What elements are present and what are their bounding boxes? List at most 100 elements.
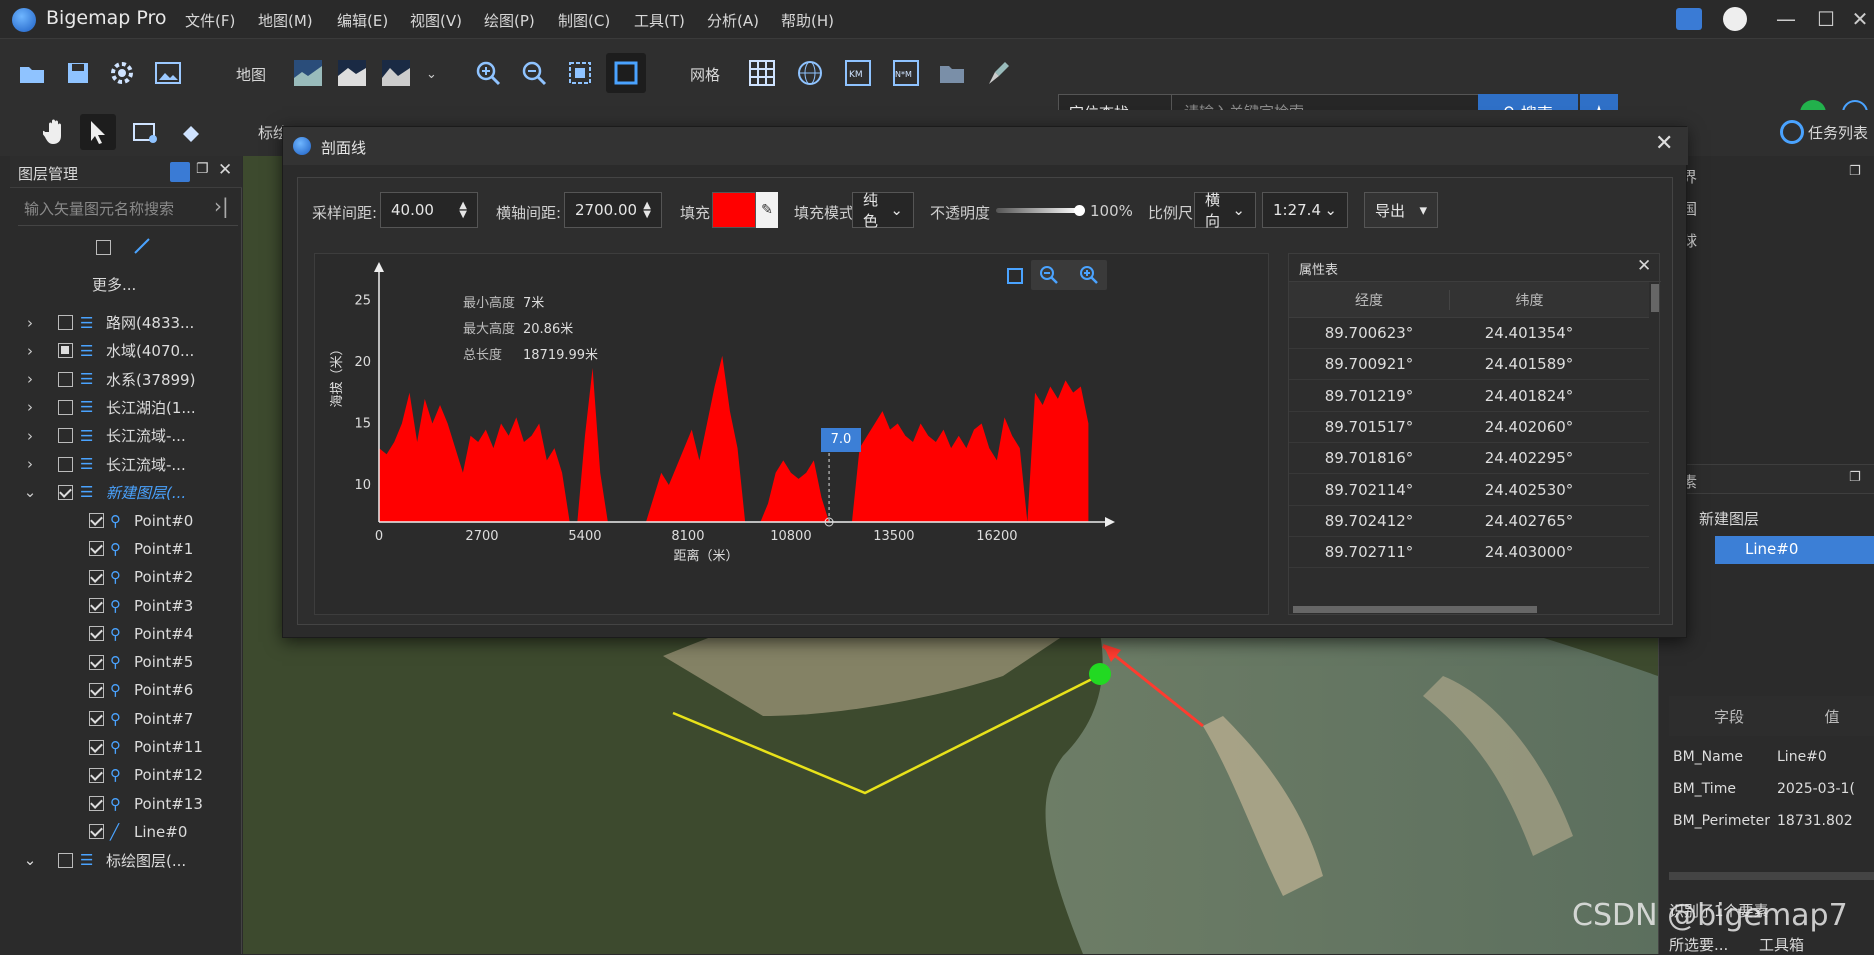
minimize-icon[interactable]: — xyxy=(1766,6,1806,32)
screenshot-icon[interactable] xyxy=(128,114,164,150)
vertical-scrollbar[interactable] xyxy=(1651,284,1659,312)
float-panel-icon[interactable]: ❐ xyxy=(196,161,209,177)
opacity-slider[interactable] xyxy=(996,208,1080,213)
layer-checkbox[interactable] xyxy=(50,484,80,500)
menu-edit[interactable]: 编辑(E) xyxy=(337,10,388,31)
menu-map[interactable]: 地图(M) xyxy=(258,10,313,31)
horizontal-scrollbar[interactable] xyxy=(1293,606,1537,613)
menu-draw[interactable]: 绘图(P) xyxy=(484,10,535,31)
layer-item[interactable]: ⌄ ☰ 标绘图层(... xyxy=(10,844,242,877)
layer-checkbox[interactable] xyxy=(50,371,80,387)
attr-table-row[interactable]: 89.700623° 24.401354° xyxy=(1289,318,1649,349)
field-table-row[interactable]: BM_Perimeter 18731.802 xyxy=(1669,806,1874,836)
layer-checkbox[interactable] xyxy=(50,399,80,415)
opacity-slider-handle[interactable] xyxy=(1074,205,1085,216)
attr-table-row[interactable]: 89.702711° 24.403000° xyxy=(1289,537,1649,569)
chart-zoom-out-icon[interactable] xyxy=(1039,265,1059,289)
collapse-panel-icon[interactable]: ›| xyxy=(214,194,229,218)
scale-orientation-dropdown[interactable]: 横向 ⌄ xyxy=(1194,191,1256,230)
expand-arrow-icon[interactable]: › xyxy=(10,342,50,360)
spin-arrows-icon[interactable]: ▲ ▼ xyxy=(643,201,651,220)
sampling-spinbox[interactable]: 40.00 ▲ ▼ xyxy=(380,192,478,228)
element-tree-layer[interactable]: 新建图层 xyxy=(1699,508,1759,529)
feature-checkbox[interactable] xyxy=(82,569,110,585)
attr-table-row[interactable]: 89.701219° 24.401824° xyxy=(1289,381,1649,412)
settings-gear-icon[interactable] xyxy=(104,55,140,91)
lnglat-grid-icon[interactable] xyxy=(792,55,828,91)
tool-checkbox[interactable] xyxy=(96,240,111,259)
selected-elements-tab[interactable]: 所选要... xyxy=(1669,934,1728,955)
dialog-close-icon[interactable]: ✕ xyxy=(1655,131,1673,156)
attr-table-row[interactable]: 89.702412° 24.402765° xyxy=(1289,506,1649,537)
km-grid-icon[interactable]: KM xyxy=(840,55,876,91)
more-link[interactable]: 更多... xyxy=(92,274,136,295)
select-pointer-icon[interactable] xyxy=(80,114,116,150)
field-table-row[interactable]: BM_Name Line#0 xyxy=(1669,742,1874,772)
folder-grid-icon[interactable] xyxy=(934,55,970,91)
profile-endpoint-marker[interactable] xyxy=(1089,663,1111,685)
user-avatar-icon[interactable] xyxy=(1723,7,1747,31)
expand-arrow-icon[interactable]: › xyxy=(10,370,50,388)
pan-hand-icon[interactable] xyxy=(38,114,74,150)
menu-view[interactable]: 视图(V) xyxy=(410,10,462,31)
attr-table-row[interactable]: 89.701816° 24.402295° xyxy=(1289,443,1649,475)
export-button[interactable]: 导出 ▾ xyxy=(1364,192,1438,228)
expand-arrow-icon[interactable]: › xyxy=(10,455,50,473)
map-toolbar-label[interactable]: 地图 xyxy=(236,64,266,85)
full-extent-icon[interactable] xyxy=(562,55,598,91)
open-folder-icon[interactable] xyxy=(14,55,50,91)
feature-checkbox[interactable] xyxy=(82,626,110,642)
attr-table-close-icon[interactable]: ✕ xyxy=(1637,256,1651,276)
chart-zoom-in-icon[interactable] xyxy=(1079,265,1099,289)
col-latitude[interactable]: 纬度 xyxy=(1449,289,1609,310)
expand-arrow-icon[interactable]: › xyxy=(10,314,50,332)
layer-checkbox[interactable] xyxy=(50,428,80,444)
maximize-icon[interactable]: ☐ xyxy=(1806,6,1846,32)
map-source-2-icon[interactable] xyxy=(334,55,370,91)
element-tree-selected-line[interactable]: Line#0 xyxy=(1715,536,1874,564)
layer-checkbox[interactable] xyxy=(50,315,80,330)
task-list-label[interactable]: 任务列表 xyxy=(1808,122,1868,143)
zoom-out-icon[interactable] xyxy=(516,55,552,91)
attr-table-row[interactable]: 89.702114° 24.402530° xyxy=(1289,475,1649,506)
attr-table-row[interactable]: 89.701517° 24.402060° xyxy=(1289,412,1649,443)
feature-checkbox[interactable] xyxy=(82,824,110,840)
grid-toolbar-label[interactable]: 网格 xyxy=(690,64,720,85)
attr-table-row[interactable]: 89.700921° 24.401589° xyxy=(1289,349,1649,381)
menu-tools[interactable]: 工具(T) xyxy=(634,10,685,31)
axis-interval-spinbox[interactable]: 2700.00 ▲ ▼ xyxy=(564,192,662,228)
feature-checkbox[interactable] xyxy=(82,541,110,557)
float-panel-icon[interactable]: ❐ xyxy=(1849,470,1861,485)
feature-checkbox[interactable] xyxy=(82,711,110,727)
expand-arrow-icon[interactable]: › xyxy=(10,398,50,416)
layer-search-icon[interactable] xyxy=(170,162,190,182)
horizontal-scrollbar[interactable] xyxy=(1669,872,1874,880)
feature-checkbox[interactable] xyxy=(82,767,110,783)
feature-checkbox[interactable] xyxy=(82,513,110,529)
select-extent-icon[interactable] xyxy=(606,53,646,93)
fill-mode-dropdown[interactable]: 纯色 ⌄ xyxy=(852,191,914,230)
message-icon[interactable] xyxy=(1676,8,1702,30)
col-longitude[interactable]: 经度 xyxy=(1289,290,1449,310)
field-table-row[interactable]: BM_Time 2025-03-1( xyxy=(1669,774,1874,804)
menu-cartography[interactable]: 制图(C) xyxy=(558,10,610,31)
box-select-icon[interactable] xyxy=(174,114,210,150)
expand-arrow-icon[interactable]: ⌄ xyxy=(10,851,50,869)
feature-checkbox[interactable] xyxy=(82,682,110,698)
chart-fit-icon[interactable] xyxy=(1001,262,1029,290)
float-panel-icon[interactable]: ❐ xyxy=(1849,164,1861,179)
clear-brush-icon[interactable] xyxy=(980,55,1016,91)
map-source-3-icon[interactable] xyxy=(378,55,414,91)
layer-checkbox[interactable] xyxy=(50,343,80,359)
feature-checkbox[interactable] xyxy=(82,739,110,755)
expand-arrow-icon[interactable]: › xyxy=(10,427,50,445)
toolbox-tab[interactable]: 工具箱 xyxy=(1759,934,1804,955)
nm-grid-icon[interactable]: N*M xyxy=(888,55,924,91)
map-source-1-icon[interactable] xyxy=(290,55,326,91)
feature-checkbox[interactable] xyxy=(82,598,110,613)
spin-arrows-icon[interactable]: ▲ ▼ xyxy=(459,201,467,220)
grid-icon[interactable] xyxy=(744,55,780,91)
menu-analysis[interactable]: 分析(A) xyxy=(707,10,759,31)
layer-checkbox[interactable] xyxy=(50,456,80,472)
layer-search-input[interactable]: 输入矢量图元名称搜索 xyxy=(18,192,238,226)
